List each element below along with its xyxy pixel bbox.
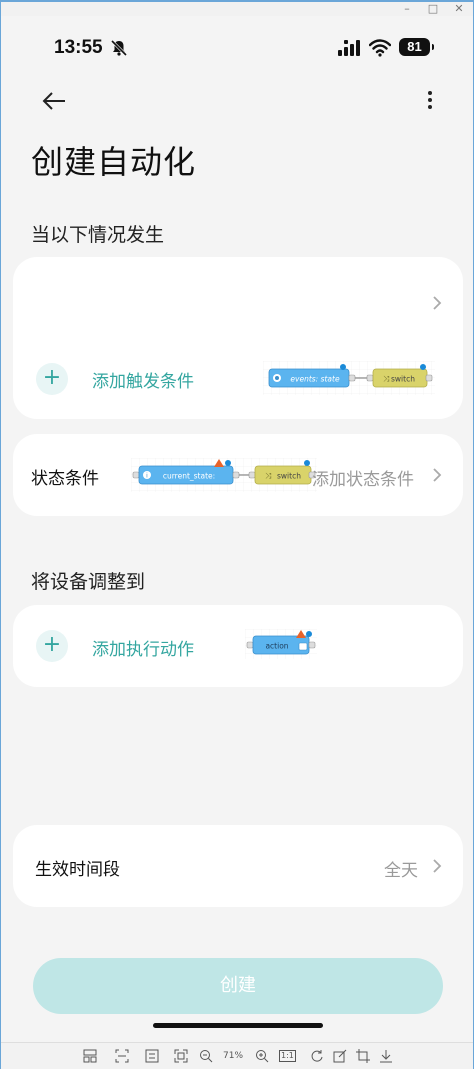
wifi-icon — [369, 39, 391, 57]
flow-node-label: switch — [277, 472, 301, 481]
shuffle-icon: ⤨ — [265, 472, 272, 481]
action-section-title: 将设备调整到 — [31, 571, 146, 593]
add-condition-link[interactable]: 添加状态条件 — [312, 465, 414, 490]
zoom-level: 71% — [223, 1051, 244, 1061]
flow-node-label: switch — [391, 375, 415, 384]
add-trigger-plus-icon[interactable]: + — [36, 363, 68, 395]
schedule-value: 全天 — [384, 861, 418, 881]
actual-size-button[interactable]: 1:1 — [279, 1050, 296, 1062]
rotate-icon[interactable] — [310, 1049, 324, 1063]
condition-card[interactable]: 状态条件 i current_state: ⤨ switch 添加状态条件 — [13, 434, 463, 516]
close-icon[interactable]: ✕ — [453, 3, 465, 15]
condition-flow-diagram: i current_state: ⤨ switch — [131, 458, 317, 492]
minimize-icon[interactable]: – — [401, 3, 413, 15]
add-action-plus-icon[interactable]: + — [36, 630, 68, 662]
maximize-icon[interactable]: □ — [427, 3, 439, 15]
window-titlebar: – □ ✕ — [1, 0, 473, 16]
condition-label: 状态条件 — [31, 469, 99, 489]
crop-icon[interactable] — [356, 1049, 370, 1063]
home-indicator[interactable] — [153, 1023, 323, 1028]
page-title: 创建自动化 — [31, 143, 197, 181]
fit-screen-icon[interactable] — [174, 1049, 188, 1063]
edit-icon[interactable] — [333, 1049, 347, 1063]
shuffle-icon: ⤨ — [383, 375, 390, 384]
viewer-toolbar: 71% 1:1 — [1, 1042, 473, 1069]
chevron-right-icon — [433, 468, 442, 482]
signal-icon — [338, 40, 360, 56]
trigger-section-title: 当以下情况发生 — [31, 224, 165, 246]
flow-node-label: events: state — [290, 375, 340, 384]
more-vertical-icon[interactable] — [419, 86, 441, 116]
chevron-right-icon — [433, 859, 442, 873]
zoom-out-icon[interactable] — [199, 1049, 213, 1063]
schedule-label: 生效时间段 — [35, 860, 120, 880]
add-action-link[interactable]: 添加执行动作 — [92, 635, 194, 660]
app-window: – □ ✕ 13:55 81 创建自动化 当以下情况发生 + 添加触发条件 ev… — [0, 0, 474, 1069]
flow-node-label: action — [265, 642, 288, 651]
chevron-right-icon — [433, 296, 442, 310]
zoom-in-icon[interactable] — [255, 1049, 269, 1063]
action-card[interactable]: + 添加执行动作 action — [13, 605, 463, 687]
scan-icon[interactable] — [115, 1049, 129, 1063]
action-flow-diagram: action — [245, 629, 317, 659]
arrow-left-icon[interactable] — [39, 86, 69, 116]
mute-icon — [110, 39, 128, 57]
layout-icon[interactable] — [83, 1049, 97, 1063]
trigger-card[interactable]: + 添加触发条件 events: state ⤨ switch — [13, 257, 463, 419]
text-recognition-icon[interactable] — [145, 1049, 159, 1063]
status-bar: 13:55 81 — [1, 30, 473, 66]
add-trigger-link[interactable]: 添加触发条件 — [92, 367, 194, 392]
status-time: 13:55 — [54, 37, 103, 58]
trigger-flow-diagram: events: state ⤨ switch — [263, 361, 435, 395]
create-button[interactable]: 创建 — [33, 958, 443, 1014]
schedule-card[interactable]: 生效时间段 全天 — [13, 825, 463, 907]
battery-icon: 81 — [399, 38, 434, 56]
download-icon[interactable] — [379, 1049, 393, 1063]
flow-node-label: current_state: — [163, 472, 215, 481]
